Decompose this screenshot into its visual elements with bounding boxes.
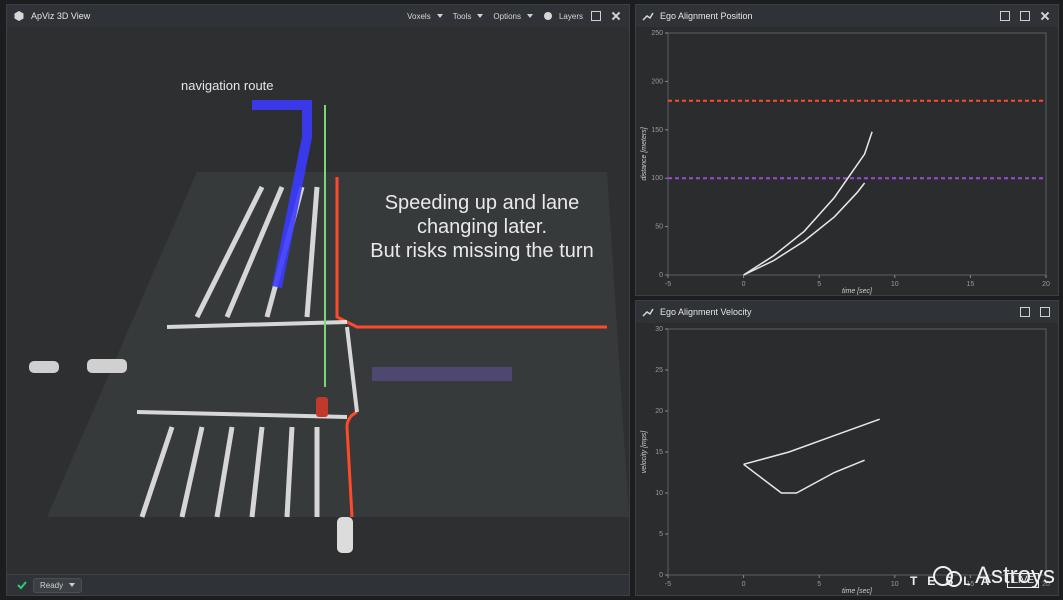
plot-background [636,323,1058,595]
y-tick-label: 0 [659,272,663,279]
voxels-menu[interactable]: Voxels [407,12,443,21]
panel-title: Ego Alignment Position [660,11,753,21]
y-tick-label: 200 [651,78,663,85]
status-bar: Ready [7,574,629,595]
x-axis-label: time [sec] [842,288,873,295]
chart-icon [642,12,654,21]
y-tick-label: 50 [655,224,663,231]
apviz-titlebar: ApViz 3D View Voxels Tools Options Layer… [7,5,629,28]
window-icon[interactable] [1000,11,1010,21]
window-icon[interactable] [1020,307,1030,317]
brand-name: TESLA [909,573,1000,588]
x-tick-label: 10 [891,581,899,588]
nav-route-label: navigation route [181,78,274,93]
vehicle [87,359,127,373]
y-tick-label: 100 [651,175,663,182]
x-axis-label: time [sec] [842,588,873,595]
x-tick-label: 20 [1042,281,1050,288]
position-chart: -5 0 5 10 15 20050100150200250time [sec]dista… [636,27,1058,295]
expand-icon[interactable] [1040,307,1050,317]
y-tick-label: 10 [655,490,663,497]
tools-menu[interactable]: Tools [453,12,484,21]
x-tick-label: 5 [817,281,821,288]
overlay-caption: Speeding up and lane changing later. But… [370,192,594,262]
live-badge: LIVE [1007,573,1039,588]
y-tick-label: 5 [659,531,663,538]
ego-position-panel: Ego Alignment Position -5 0 5 10 15 20 0 50 100 1… [635,4,1059,296]
close-icon[interactable] [611,11,621,21]
y-tick-label: 150 [651,127,663,134]
y-tick-label: 15 [655,449,663,456]
cube-icon [14,11,24,21]
layers-menu[interactable]: Layers [543,11,583,21]
expand-icon[interactable] [591,11,601,21]
vehicle [337,517,353,553]
chevron-down-icon [436,14,443,18]
check-icon [17,581,27,590]
chevron-down-icon [526,14,533,18]
x-tick-label: 0 [742,281,746,288]
status-dropdown[interactable]: Ready [33,577,83,593]
velocity-titlebar: Ego Alignment Velocity [636,301,1058,324]
lane-glow [372,367,512,381]
chevron-down-icon [69,583,76,587]
x-tick-label: -5 [665,281,671,288]
y-tick-label: 250 [651,30,663,37]
panel-title: ApViz 3D View [31,11,91,21]
options-menu[interactable]: Options [493,12,533,21]
expand-icon[interactable] [1020,11,1030,21]
apviz-3d-panel: ApViz 3D View Voxels Tools Options Layer… [6,4,630,596]
vehicle [29,361,59,373]
y-tick-label: 20 [655,408,663,415]
x-tick-label: -5 [665,581,671,588]
panel-title: Ego Alignment Velocity [660,307,752,317]
y-tick-label: 0 [659,572,663,579]
x-tick-label: 10 [891,281,899,288]
ego-velocity-panel: Ego Alignment Velocity -5 0 5 10 15 20 0 5 10 15 2… [635,300,1059,596]
y-tick-label: 30 [655,326,663,333]
x-tick-label: 0 [742,581,746,588]
x-tick-label: 5 [817,581,821,588]
velocity-chart: -5 0 5 10 15 20051015202530time [sec]velocity… [636,323,1058,595]
chart-icon [642,308,654,317]
y-axis-label: velocity [mps] [641,430,648,473]
y-tick-label: 25 [655,367,663,374]
close-icon[interactable] [1040,11,1050,21]
x-tick-label: 15 [967,281,975,288]
y-axis-label: distance [meters] [641,126,648,180]
ego-car [316,397,328,417]
scene-3d-view [7,27,629,575]
position-titlebar: Ego Alignment Position [636,5,1058,28]
brand-strip: TESLA LIVE [910,573,1039,588]
chevron-down-icon [477,14,484,18]
layers-icon [543,12,552,20]
plot-background [636,27,1058,295]
